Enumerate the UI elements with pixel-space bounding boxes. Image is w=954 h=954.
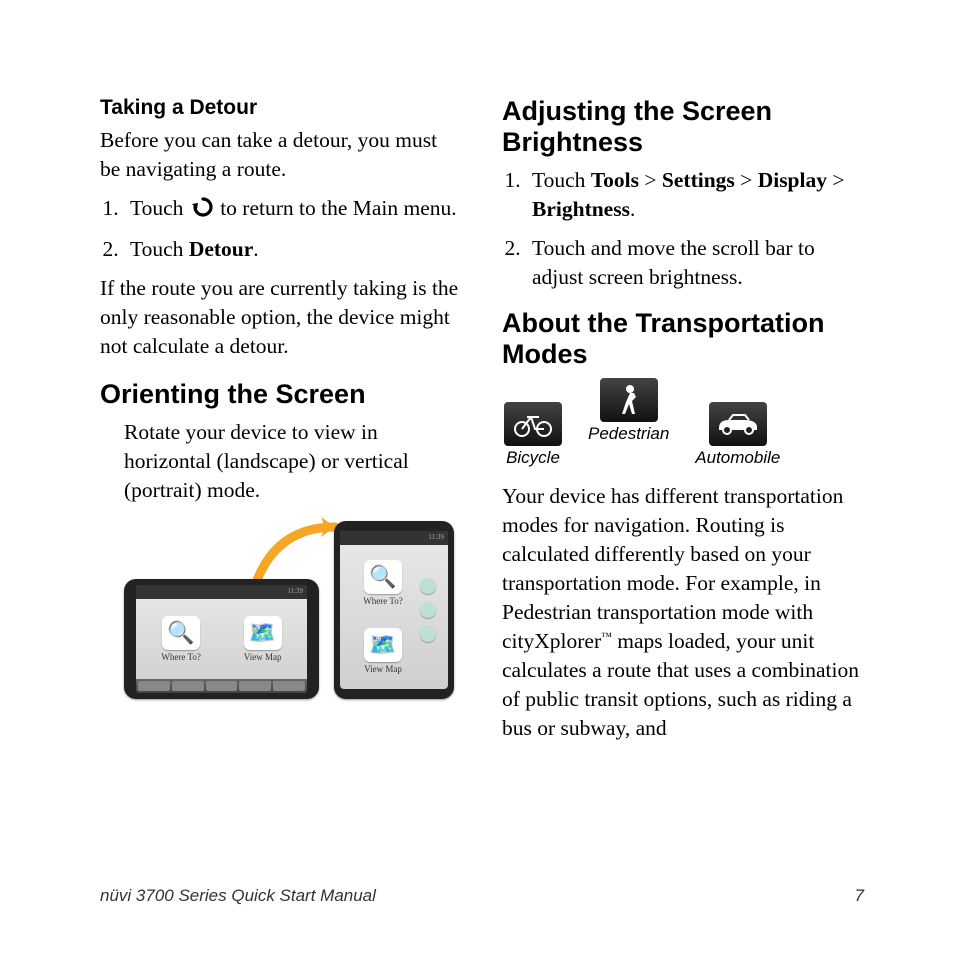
footer-title: nüvi 3700 Series Quick Start Manual [100, 886, 376, 906]
pedestrian-icon [600, 378, 658, 422]
brightness-steps: Touch Tools > Settings > Display > Brigh… [502, 166, 864, 292]
detour-steps: Touch to return to the Main menu. Touch … [100, 194, 462, 264]
mode-bicycle: Bicycle [504, 402, 562, 468]
left-column: Taking a Detour Before you can take a de… [100, 96, 462, 810]
detour-step-1: Touch to return to the Main menu. [124, 194, 462, 225]
mode-label: Pedestrian [588, 424, 669, 444]
step-text: . [253, 237, 258, 261]
where-to-icon: 🔍 Where To? [161, 616, 200, 662]
automobile-icon [709, 402, 767, 446]
modes-body: Your device has different transportation… [502, 482, 864, 743]
brightness-step-2: Touch and move the scroll bar to adjust … [526, 234, 864, 292]
orient-body: Rotate your device to view in horizontal… [124, 418, 462, 505]
detour-intro: Before you can take a detour, you must b… [100, 126, 462, 184]
mode-pedestrian: Pedestrian [588, 378, 669, 444]
bicycle-icon [504, 402, 562, 446]
step-text: Touch [130, 237, 189, 261]
orientation-figure: 11:39 🔍 Where To? 🗺️ View Map [124, 519, 454, 709]
return-icon [191, 196, 213, 225]
step-text: Touch [130, 196, 189, 220]
view-map-icon: 🗺️ View Map [244, 616, 282, 662]
heading-transport-modes: About the Transportation Modes [502, 308, 864, 370]
page-content: Taking a Detour Before you can take a de… [0, 0, 954, 870]
detour-note: If the route you are currently taking is… [100, 274, 462, 361]
device-landscape: 11:39 🔍 Where To? 🗺️ View Map [124, 579, 319, 699]
detour-step-2: Touch Detour. [124, 235, 462, 264]
step-text: to return to the Main menu. [220, 196, 456, 220]
side-buttons [420, 578, 436, 642]
brightness-step-1: Touch Tools > Settings > Display > Brigh… [526, 166, 864, 224]
view-map-icon: 🗺️ View Map [364, 628, 402, 674]
right-column: Adjusting the Screen Brightness Touch To… [502, 96, 864, 810]
heading-taking-detour: Taking a Detour [100, 96, 462, 120]
page-number: 7 [855, 886, 864, 906]
detour-bold: Detour [189, 237, 253, 261]
mode-label: Automobile [695, 448, 780, 468]
modes-row: Bicycle Pedestrian [504, 378, 864, 468]
mode-automobile: Automobile [695, 402, 780, 468]
device-portrait: 11:39 🔍 Where To? 🗺️ View Map [334, 521, 454, 699]
heading-brightness: Adjusting the Screen Brightness [502, 96, 864, 158]
heading-orienting: Orienting the Screen [100, 379, 462, 410]
where-to-icon: 🔍 Where To? [363, 560, 402, 606]
trademark: ™ [601, 631, 612, 643]
page-footer: nüvi 3700 Series Quick Start Manual 7 [100, 886, 864, 906]
mode-label: Bicycle [504, 448, 562, 468]
